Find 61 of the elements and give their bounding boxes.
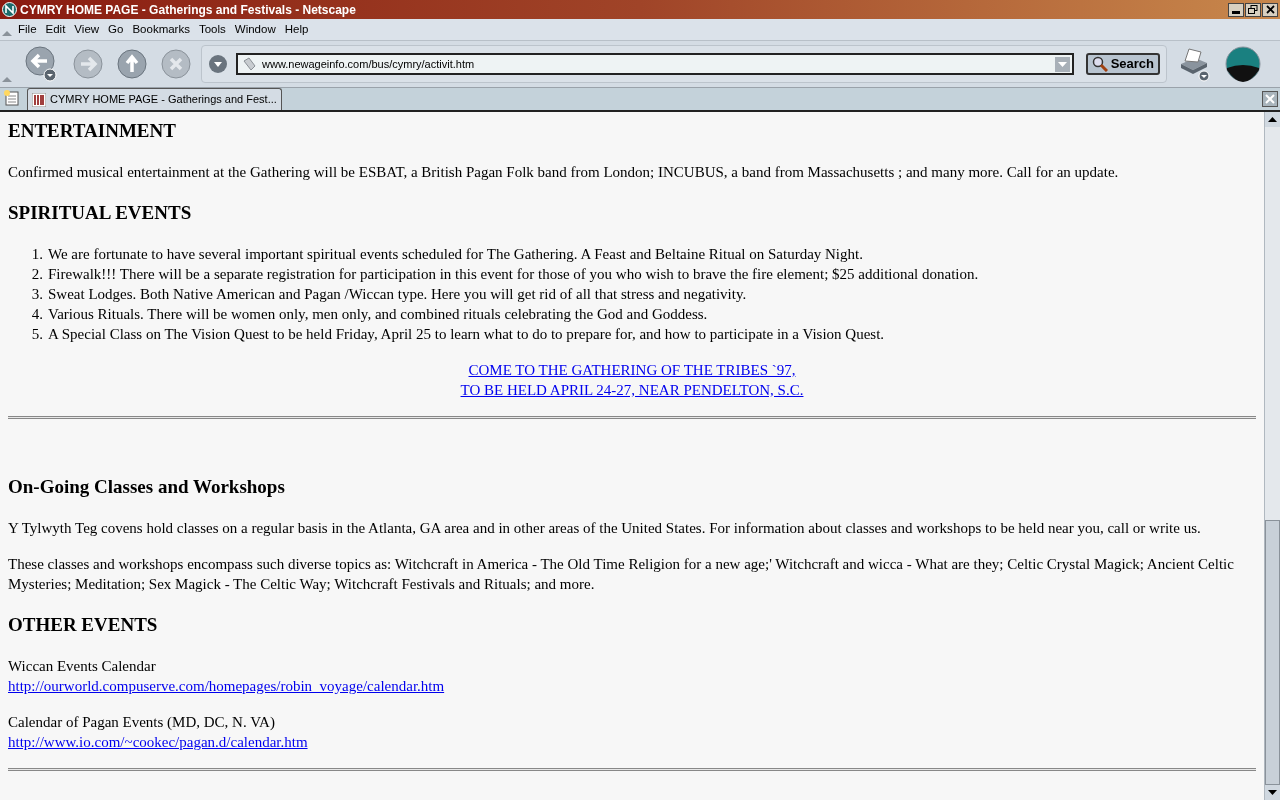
restore-button[interactable] — [1245, 2, 1261, 17]
list-number: 5. — [30, 325, 43, 344]
toolbar-grip-icon — [1, 28, 13, 37]
close-icon — [1265, 5, 1275, 14]
page-icon — [242, 57, 256, 71]
caret-icon — [208, 54, 228, 74]
menu-item[interactable]: View — [74, 20, 100, 39]
menu-item[interactable]: Edit — [45, 20, 66, 39]
link[interactable]: TO BE HELD APRIL 24-27, NEAR PENDELTON, S.C. — [460, 380, 804, 400]
list-item-text: A Special Class on The Vision Quest to be held Friday, April 25 to learn what to do to prepare for, and how to participate in a Vision Quest. — [48, 325, 885, 344]
menu-item[interactable]: Tools — [198, 20, 226, 39]
toolbar-grip-icon — [1, 75, 13, 83]
dropdown-button[interactable] — [208, 54, 228, 74]
list-item-text: Firewalk!!! There will be a separate registration for participation in this event for those of you who wish to brave the fire element; $25 additional donation. — [48, 265, 979, 284]
section-heading: ENTERTAINMENT — [8, 119, 177, 143]
list-item-text: We are fortunate to have several important spiritual events scheduled for The Gathering. A Feast and Beltaine Ritual on Saturday Night. — [48, 245, 863, 264]
stop-x-icon — [161, 49, 191, 79]
section-heading: OTHER EVENTS — [8, 613, 159, 637]
paragraph: Confirmed musical entertainment at the Gathering will be ESBAT, a British Pagan Folk band from London; INCUBUS, a band from Massachusetts ; and many more. Call for an update. — [8, 163, 1120, 182]
link-label: Calendar of Pagan Events (MD, DC, N. VA) — [8, 713, 275, 732]
menu-item[interactable]: Go — [108, 20, 124, 39]
section-heading: On-Going Classes and Workshops — [8, 475, 286, 499]
site-icon — [32, 92, 46, 107]
link[interactable]: http://ourworld.compuserve.com/homepages/robin_voyage/calendar.htm — [8, 676, 445, 696]
list-number: 3. — [30, 285, 43, 304]
app-logo-icon — [2, 2, 17, 17]
menu-item[interactable]: Bookmarks — [132, 20, 190, 39]
section-heading: SPIRITUAL EVENTS — [8, 201, 193, 225]
url-text: www.newageinfo.com/bus/cymry/activit.htm — [262, 56, 476, 72]
browser-tab[interactable]: CYMRY HOME PAGE - Gatherings and Fest... — [27, 88, 282, 110]
search-button[interactable]: Search — [1085, 53, 1160, 75]
close-button[interactable] — [1262, 2, 1278, 17]
list-number: 4. — [30, 305, 43, 324]
link[interactable]: COME TO THE GATHERING OF THE TRIBES `97, — [468, 360, 796, 380]
link-label: Wiccan Events Calendar — [8, 657, 156, 676]
menu-item[interactable]: Help — [284, 20, 309, 39]
url-field[interactable]: www.newageinfo.com/bus/cymry/activit.htm — [236, 53, 1074, 75]
menu-item[interactable]: Window — [234, 20, 276, 39]
search-icon — [1091, 56, 1108, 72]
scroll-down-icon[interactable] — [1265, 785, 1280, 800]
new-tab-icon[interactable] — [3, 89, 21, 107]
scrollbar-thumb[interactable] — [1265, 520, 1280, 785]
close-tab-button[interactable] — [1262, 91, 1278, 107]
list-number: 1. — [30, 245, 43, 264]
list-item-text: Various Rituals. There will be women only, men only, and combined rituals celebrating the God and Goddess. — [48, 305, 708, 324]
reload-button[interactable] — [117, 49, 147, 79]
restore-icon — [1248, 5, 1258, 14]
back-button[interactable] — [25, 46, 59, 82]
link[interactable]: http://www.io.com/~cookec/pagan.d/calendar.htm — [8, 732, 308, 752]
scroll-up-icon[interactable] — [1265, 112, 1280, 127]
window-title: CYMRY HOME PAGE - Gatherings and Festivals - Netscape — [20, 3, 356, 16]
paragraph: Y Tylwyth Teg covens hold classes on a regular basis in the Atlanta, GA area and in other areas of the United States. For information about classes and workshops to be held near you, call or write us. — [8, 519, 1202, 538]
close-icon — [1265, 94, 1275, 104]
back-arrow-icon — [25, 46, 59, 82]
menu-item[interactable]: File — [18, 20, 37, 39]
list-item-text: Sweat Lodges. Both Native American and Pagan /Wiccan type. Here you will get rid of all that stress and negativity. — [48, 285, 747, 304]
minimize-icon — [1232, 10, 1240, 14]
scrollbar[interactable] — [1264, 112, 1280, 800]
minimize-button[interactable] — [1228, 2, 1244, 17]
list-number: 2. — [30, 265, 43, 284]
paragraph: These classes and workshops encompass such diverse topics as: Witchcraft in America - The Old Time Religion for a new age;' Witchcraft and wicca - What are they; Celtic Crystal Magick; Ancient Celtic Mysteries; Meditation; Sex Magick - The Celtic Way; Witchcraft Festivals and Rituals; and more. — [8, 555, 1235, 594]
